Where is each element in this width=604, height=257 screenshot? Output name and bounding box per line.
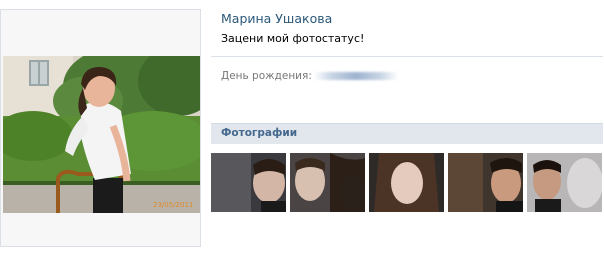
photo-thumbnail[interactable] bbox=[211, 153, 286, 212]
photos-section-title: Фотографии bbox=[221, 127, 298, 139]
photo-thumbnail[interactable] bbox=[369, 153, 444, 212]
profile-name: Марина Ушакова bbox=[221, 11, 333, 26]
avatar-date-stamp: 23/05/2011 bbox=[153, 201, 193, 209]
avatar[interactable]: 23/05/2011 bbox=[3, 56, 200, 213]
birthday-label: День рождения: bbox=[221, 70, 312, 82]
status-text[interactable]: Зацени мой фотостатус! bbox=[221, 32, 364, 45]
birthday-value-blurred bbox=[314, 72, 398, 80]
photos-strip bbox=[211, 153, 603, 213]
avatar-frame: 23/05/2011 bbox=[0, 9, 201, 247]
divider bbox=[211, 56, 603, 57]
photos-section-header[interactable]: Фотографии bbox=[211, 123, 603, 144]
photo-thumbnail[interactable] bbox=[527, 153, 602, 212]
photo-thumbnail[interactable] bbox=[448, 153, 523, 212]
photo-thumbnail[interactable] bbox=[290, 153, 365, 212]
